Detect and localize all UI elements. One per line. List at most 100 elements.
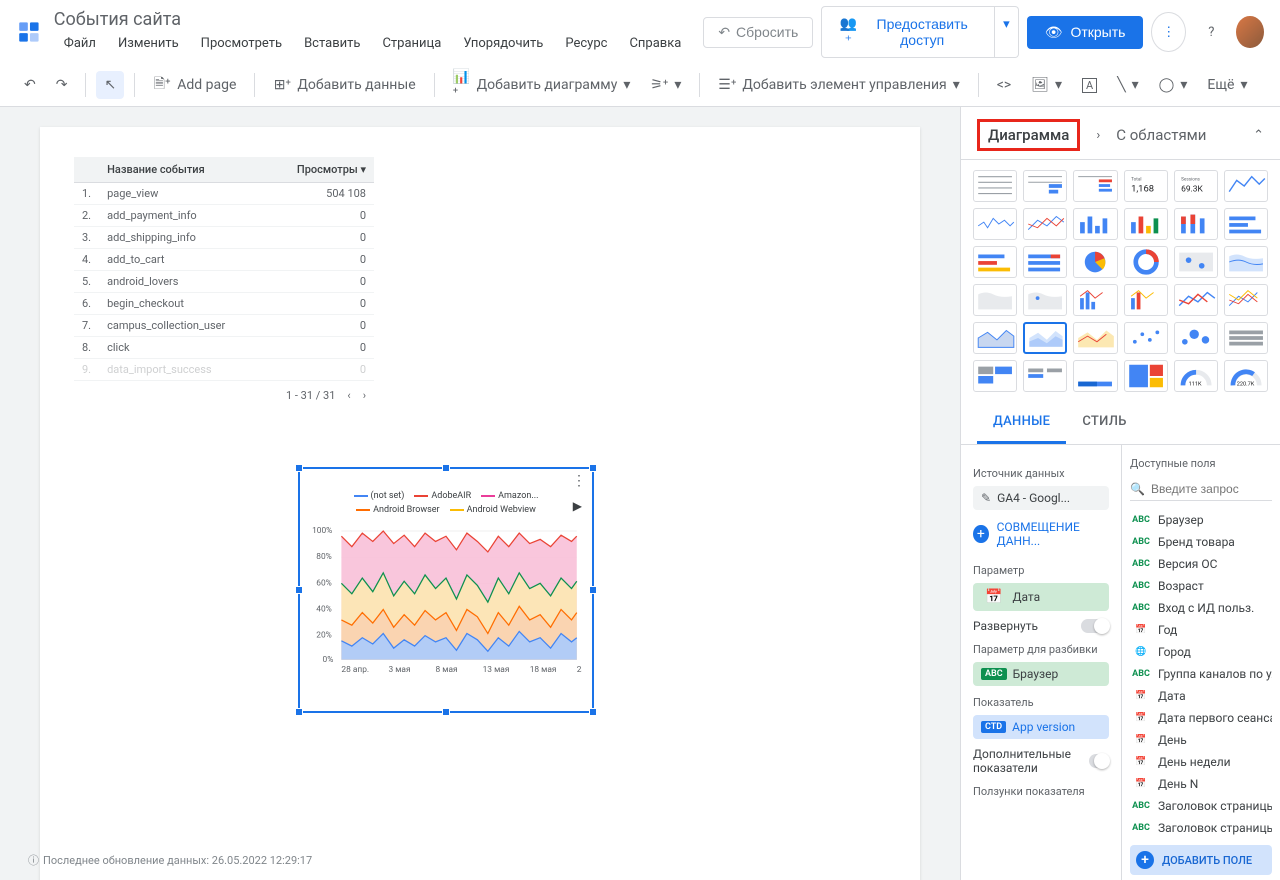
chart-type-option[interactable]	[1073, 360, 1117, 392]
add-page-button[interactable]: 🗎⁺Add page	[145, 70, 244, 100]
breakdown-chip[interactable]: ABC Браузер	[973, 662, 1109, 686]
chart-type-option[interactable]	[973, 284, 1017, 316]
table-row[interactable]: 8.click0	[74, 337, 374, 359]
menu-упорядочить[interactable]: Упорядочить	[453, 32, 553, 55]
chart-type-option[interactable]: 111K	[1174, 360, 1218, 392]
field-item[interactable]: 📅Дата первого сеанса	[1130, 707, 1272, 729]
chart-type-option[interactable]	[1124, 322, 1168, 354]
share-button[interactable]: 👥⁺ Предоставить доступ	[821, 6, 995, 58]
resize-handle[interactable]	[589, 708, 597, 716]
add-chart-button[interactable]: 📊⁺Добавить диаграмму▾	[445, 70, 639, 100]
more-button[interactable]: Ещё▾	[1199, 71, 1255, 99]
table-row[interactable]: 3.add_shipping_info0	[74, 227, 374, 249]
chart-type-option[interactable]	[1023, 170, 1067, 202]
table-row[interactable]: 6.begin_checkout0	[74, 293, 374, 315]
looker-studio-logo[interactable]	[16, 18, 42, 46]
field-item[interactable]: ABCЗаголовок страницы	[1130, 795, 1272, 817]
chart-tab[interactable]: Диаграмма	[977, 119, 1080, 151]
chart-type-option[interactable]: 220.7K	[1224, 360, 1268, 392]
share-dropdown[interactable]: ▾	[995, 6, 1019, 58]
embed-button[interactable]: <>	[989, 71, 1019, 99]
field-item[interactable]: ABCВерсия ОС	[1130, 553, 1272, 575]
menu-вставить[interactable]: Вставить	[294, 32, 370, 55]
menu-справка[interactable]: Справка	[619, 32, 691, 55]
resize-handle[interactable]	[442, 464, 450, 472]
chart-type-option[interactable]	[1174, 322, 1218, 354]
chart-type-option[interactable]	[1124, 208, 1168, 240]
chart-type-option[interactable]	[1174, 284, 1218, 316]
add-data-button[interactable]: ⊞⁺Добавить данные	[265, 70, 423, 100]
field-item[interactable]: ABCБраузер	[1130, 509, 1272, 531]
cursor-tool[interactable]: ↖	[96, 71, 124, 99]
shape-button[interactable]: ◯▾	[1151, 71, 1196, 99]
menu-просмотреть[interactable]: Просмотреть	[191, 32, 292, 55]
chart-type-option[interactable]	[1224, 284, 1268, 316]
menu-изменить[interactable]: Изменить	[108, 32, 189, 55]
table-row[interactable]: 1.page_view504 108	[74, 183, 374, 205]
chart-type-option[interactable]	[1073, 246, 1117, 278]
chart-type-option[interactable]	[1124, 246, 1168, 278]
chart-type-option[interactable]	[1023, 208, 1067, 240]
table-row[interactable]: 2.add_payment_info0	[74, 205, 374, 227]
table-header-name[interactable]: Название события	[99, 157, 267, 183]
table-row[interactable]: 7.campus_collection_user0	[74, 315, 374, 337]
image-button[interactable]: 🖼▾	[1023, 71, 1070, 99]
field-item[interactable]: ABCЗаголовок страницы...	[1130, 817, 1272, 839]
reset-button[interactable]: ↶ Сбросить	[703, 17, 813, 48]
menu-ресурс[interactable]: Ресурс	[555, 32, 617, 55]
chart-type-option[interactable]	[1073, 208, 1117, 240]
chart-type-option[interactable]	[1073, 322, 1117, 354]
menu-файл[interactable]: Файл	[54, 32, 106, 55]
text-button[interactable]: A	[1074, 72, 1105, 99]
chart-type-option[interactable]: Sessions69.3K	[1174, 170, 1218, 202]
chart-type-option[interactable]	[1023, 322, 1067, 354]
field-item[interactable]: ABCБренд товара	[1130, 531, 1272, 553]
chart-type-option[interactable]	[1124, 284, 1168, 316]
chart-type-option[interactable]	[1224, 208, 1268, 240]
table-row[interactable]: 5.android_lovers0	[74, 271, 374, 293]
open-button[interactable]: 👁 Открыть	[1027, 16, 1144, 49]
chart-type-option[interactable]	[973, 360, 1017, 392]
field-item[interactable]: ABCГруппа каналов по у...	[1130, 663, 1272, 685]
chart-type-option[interactable]	[973, 208, 1017, 240]
field-item[interactable]: 📅День недели	[1130, 751, 1272, 773]
add-control-button[interactable]: ☰⁺Добавить элемент управления▾	[710, 70, 967, 100]
chart-type-option[interactable]: Total1,168	[1124, 170, 1168, 202]
chart-type-option[interactable]	[1023, 246, 1067, 278]
page-next-icon[interactable]: ›	[363, 389, 366, 402]
menu-страница[interactable]: Страница	[372, 32, 451, 55]
field-item[interactable]: 📅Дата	[1130, 685, 1272, 707]
metric-chip[interactable]: CTD App version	[973, 715, 1109, 739]
chart-type-option[interactable]	[1023, 360, 1067, 392]
chart-menu-icon[interactable]: ⋮	[572, 473, 586, 489]
style-tab[interactable]: СТИЛЬ	[1066, 402, 1142, 444]
field-item[interactable]: 🌐Город	[1130, 641, 1272, 663]
community-vis-button[interactable]: ⚞⁺▾	[642, 70, 689, 100]
data-source-chip[interactable]: ✎ GA4 - Googl...	[973, 486, 1109, 510]
table-row[interactable]: 4.add_to_cart0	[74, 249, 374, 271]
table-header-views[interactable]: Просмотры ▾	[267, 157, 374, 183]
data-tab[interactable]: ДАННЫЕ	[977, 402, 1066, 444]
chart-type-option[interactable]	[1224, 246, 1268, 278]
chart-type-option[interactable]	[1023, 284, 1067, 316]
add-field-button[interactable]: + ДОБАВИТЬ ПОЛЕ	[1130, 845, 1272, 875]
user-avatar[interactable]	[1236, 16, 1264, 48]
dimension-chip[interactable]: 📅 Дата	[973, 583, 1109, 611]
page-prev-icon[interactable]: ‹	[347, 389, 350, 402]
area-chart-selected[interactable]: ⋮ ▶ (not set)AdobeAIRAmazon...Android Br…	[298, 467, 594, 713]
field-item[interactable]: ABCВход с ИД польз.	[1130, 597, 1272, 619]
chart-type-option[interactable]	[973, 246, 1017, 278]
expand-toggle[interactable]	[1081, 619, 1109, 633]
more-options-button[interactable]: ⋮	[1151, 12, 1186, 52]
chart-type-option[interactable]	[1224, 170, 1268, 202]
chart-type-option[interactable]	[1124, 360, 1168, 392]
table-row[interactable]: 9.data_import_success0	[74, 359, 374, 381]
document-title[interactable]: События сайта	[54, 9, 692, 30]
collapse-icon[interactable]: ⌃	[1253, 128, 1264, 143]
field-item[interactable]: 📅Год	[1130, 619, 1272, 641]
chart-type-option[interactable]	[1224, 322, 1268, 354]
redo-button[interactable]: ↷	[48, 71, 76, 99]
chart-type-option[interactable]	[1073, 284, 1117, 316]
help-button[interactable]: ?	[1194, 12, 1228, 52]
optional-metrics-toggle[interactable]	[1089, 754, 1109, 768]
